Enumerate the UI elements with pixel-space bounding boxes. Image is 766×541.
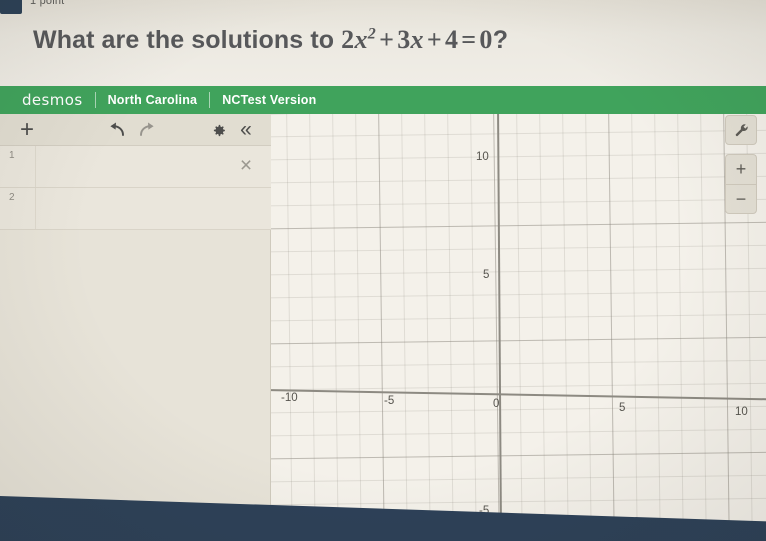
plus-icon: + [19,116,34,143]
expression-list: 1 × 2 [0,146,271,230]
plus-icon: + [735,159,747,179]
equation-op1: + [379,25,395,54]
expression-row-1-index: 1 [9,150,15,161]
expression-row-1[interactable]: 1 × [0,146,271,188]
zoom-in-button[interactable]: + [725,154,757,184]
expression-toolbar: + « [0,114,271,146]
equation-equals: = [461,25,477,54]
desmos-test-screenshot: 1 point What are the solutions to 2x2 +3x… [0,0,766,541]
equation-term1-var: x [354,25,368,54]
graph-controls: + − [725,115,757,214]
desmos-logo: desmos [22,91,83,109]
graph-tools-button[interactable] [725,115,757,145]
x-tick-label-0: 0 [493,398,500,410]
header-divider-1 [94,92,96,108]
y-tick-label-5: 5 [483,269,490,281]
zoom-out-button[interactable]: − [725,184,757,214]
chevron-double-left-icon: « [240,118,252,141]
equation-term1-coeff: 2 [341,25,355,54]
expression-row-2[interactable]: 2 [0,188,271,230]
minus-icon: − [735,188,747,209]
question-prompt-prefix: What are the solutions to [33,26,335,54]
undo-button[interactable] [104,114,130,146]
x-tick-label-neg5: -5 [384,395,395,407]
gear-icon [213,124,225,136]
equation-term2-coeff: 3 [397,25,411,54]
wrench-icon [735,123,748,136]
points-badge [0,0,22,14]
equation-term1-exponent: 2 [367,25,377,43]
expression-row-1-delete-button[interactable]: × [235,155,257,177]
y-tick-label-10: 10 [476,151,489,163]
graph-settings-button[interactable] [205,114,231,146]
expression-row-1-gutter: 1 [0,146,36,187]
x-tick-label-neg10: -10 [281,392,298,404]
collapse-panel-button[interactable]: « [233,114,259,146]
equation-rhs: 0 [479,25,493,54]
question-equation: 2x2 +3x +4 = 0 [341,25,493,54]
graph-gridlines [271,114,766,541]
equation-term3: 4 [444,25,459,54]
x-tick-label-10: 10 [735,406,748,418]
x-tick-label-5: 5 [619,402,626,414]
header-state-label: North Carolina [107,93,198,107]
redo-icon [140,122,154,136]
header-divider-2 [209,92,211,108]
graph-canvas[interactable]: -10 -5 0 5 10 10 5 -5 + − [271,114,766,541]
expression-row-2-gutter: 2 [0,188,36,229]
expression-row-2-index: 2 [9,192,15,203]
page-title: What are the solutions to 2x2 +3x +4 = 0? [33,25,508,55]
desmos-header: desmos North Carolina NCTest Version [0,86,766,114]
points-label: 1 point [30,0,65,7]
equation-term2-var: x [410,25,424,54]
question-mark: ? [492,26,509,54]
redo-button[interactable] [134,114,160,146]
expression-panel: + « 1 × 2 [0,114,271,541]
add-expression-button[interactable]: + [12,114,42,146]
expression-row-2-input[interactable] [36,188,271,229]
undo-icon [110,122,124,136]
close-icon: × [239,154,253,177]
equation-op2: + [426,25,442,54]
question-area: 1 point What are the solutions to 2x2 +3x… [0,0,766,86]
header-version-label: NCTest Version [222,93,317,107]
desmos-body: + « 1 × 2 -10 -5 0 5 10 10 5 -5 + − [0,114,766,541]
